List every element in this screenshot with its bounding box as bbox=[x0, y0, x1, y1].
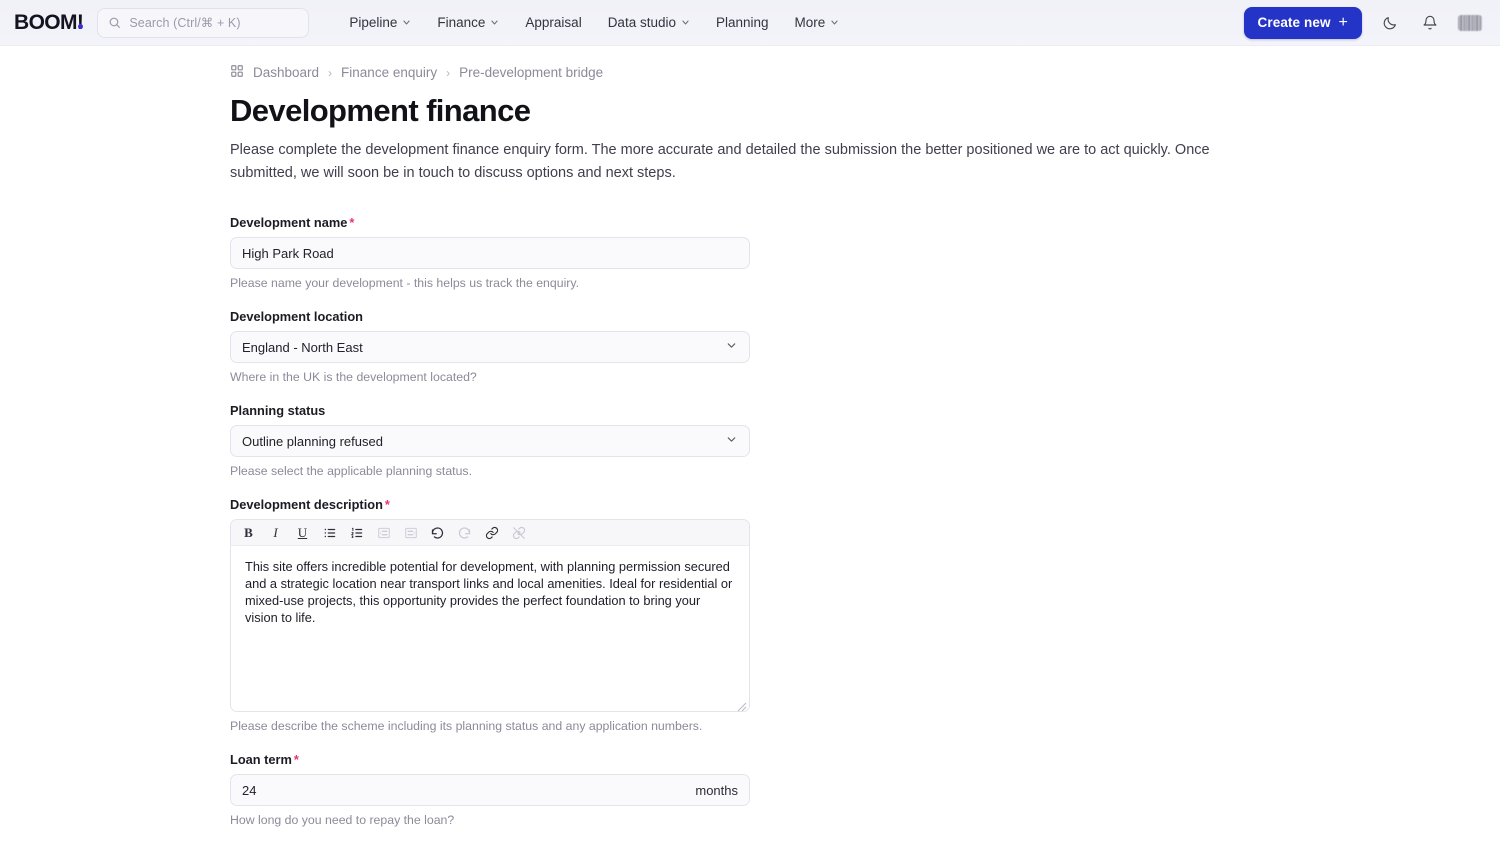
nav-label: More bbox=[794, 15, 826, 30]
nav-label: Data studio bbox=[607, 15, 676, 30]
label-text: Loan term bbox=[230, 752, 292, 767]
bold-icon[interactable]: B bbox=[241, 525, 256, 540]
plus-icon: + bbox=[1338, 13, 1348, 31]
unlink-icon bbox=[511, 525, 526, 540]
development-name-hint: Please name your development - this help… bbox=[230, 276, 580, 290]
development-location-value: England - North East bbox=[242, 339, 363, 355]
top-navbar: BOOM! Search (Ctrl/⌘ + K) Pipeline Finan… bbox=[0, 0, 1500, 46]
redo-icon bbox=[457, 525, 472, 540]
development-description-hint: Please describe the scheme including its… bbox=[230, 719, 703, 733]
loan-term-label: Loan term * bbox=[230, 752, 750, 767]
loan-term-input[interactable]: 24 months bbox=[230, 774, 750, 806]
breadcrumb-item-dashboard[interactable]: Dashboard bbox=[253, 65, 319, 80]
bell-icon[interactable] bbox=[1418, 11, 1442, 35]
italic-icon[interactable]: I bbox=[268, 525, 283, 540]
development-location-select[interactable]: England - North East bbox=[230, 331, 750, 363]
app-logo[interactable]: BOOM! bbox=[14, 11, 84, 34]
label-text: Development description bbox=[230, 497, 383, 512]
field-development-description: Development description * B I U This sit… bbox=[230, 497, 750, 733]
nav-label: Appraisal bbox=[525, 15, 582, 30]
nav-label: Finance bbox=[437, 15, 486, 30]
required-marker: * bbox=[293, 752, 299, 767]
bullet-list-icon[interactable] bbox=[322, 525, 337, 540]
app-logo-text: BOOM! bbox=[14, 11, 84, 34]
search-icon bbox=[108, 16, 121, 29]
field-planning-status: Planning status Outline planning refused… bbox=[230, 403, 750, 478]
development-name-label: Development name * bbox=[230, 215, 750, 230]
loan-term-value: 24 bbox=[242, 782, 257, 798]
development-name-input[interactable] bbox=[230, 237, 750, 269]
label-text: Development name bbox=[230, 215, 348, 230]
development-description-textarea[interactable]: This site offers incredible potential fo… bbox=[231, 546, 749, 711]
nav-item-planning[interactable]: Planning bbox=[716, 15, 769, 30]
development-location-label: Development location bbox=[230, 309, 750, 324]
search-input[interactable]: Search (Ctrl/⌘ + K) bbox=[97, 7, 310, 38]
nav-item-more[interactable]: More bbox=[795, 15, 840, 30]
breadcrumb-item-finance-enquiry[interactable]: Finance enquiry bbox=[341, 65, 437, 80]
indent-icon bbox=[403, 525, 418, 540]
nav-label: Pipeline bbox=[349, 15, 398, 30]
field-development-name: Development name* Please name your devel… bbox=[230, 215, 750, 290]
create-new-label: Create new bbox=[1257, 15, 1331, 30]
planning-status-hint: Please select the applicable planning st… bbox=[230, 464, 472, 478]
nav-label: Planning bbox=[715, 15, 769, 30]
grid-icon[interactable] bbox=[230, 64, 244, 81]
rich-text-editor: B I U This site offers incredible potent… bbox=[230, 519, 750, 712]
required-marker: * bbox=[384, 497, 390, 512]
loan-term-hint: How long do you need to repay the loan? bbox=[230, 813, 455, 827]
chevron-down-icon bbox=[681, 15, 690, 30]
page-body: Dashboard › Finance enquiry › Pre-develo… bbox=[0, 46, 1500, 864]
development-location-hint: Where in the UK is the development locat… bbox=[230, 370, 477, 384]
chevron-down-icon bbox=[402, 15, 411, 30]
nav-right-cluster: Create new + bbox=[1243, 6, 1486, 39]
moon-icon[interactable] bbox=[1378, 11, 1402, 35]
chevron-down-icon bbox=[725, 339, 738, 355]
breadcrumb-separator: › bbox=[446, 65, 451, 80]
editor-toolbar: B I U bbox=[231, 520, 749, 546]
breadcrumb: Dashboard › Finance enquiry › Pre-develo… bbox=[230, 64, 1250, 81]
primary-nav: Pipeline Finance Appraisal Data studio P… bbox=[349, 0, 839, 45]
search-placeholder: Search (Ctrl/⌘ + K) bbox=[129, 16, 241, 30]
outdent-icon bbox=[376, 525, 391, 540]
avatar[interactable] bbox=[1458, 11, 1482, 35]
page-title: Development finance bbox=[230, 93, 531, 128]
user-avatar bbox=[1458, 14, 1482, 31]
chevron-down-icon bbox=[830, 15, 839, 30]
field-development-location: Development location England - North Eas… bbox=[230, 309, 750, 384]
loan-term-suffix: months bbox=[695, 782, 738, 798]
nav-item-data-studio[interactable]: Data studio bbox=[608, 15, 690, 30]
label-text: Development location bbox=[230, 309, 363, 324]
planning-status-value: Outline planning refused bbox=[242, 433, 383, 449]
required-marker: * bbox=[349, 215, 355, 230]
breadcrumb-item-pre-development-bridge[interactable]: Pre-development bridge bbox=[459, 65, 603, 80]
breadcrumb-separator: › bbox=[328, 65, 333, 80]
field-loan-term: Loan term * 24 months How long do you nee… bbox=[230, 752, 750, 827]
development-description-label: Development description * bbox=[230, 497, 750, 512]
create-new-button[interactable]: Create new + bbox=[1243, 6, 1362, 39]
nav-item-finance[interactable]: Finance bbox=[437, 15, 499, 30]
resize-handle-icon[interactable] bbox=[737, 699, 747, 711]
planning-status-select[interactable]: Outline planning refused bbox=[230, 425, 750, 457]
nav-item-pipeline[interactable]: Pipeline bbox=[349, 15, 411, 30]
nav-item-appraisal[interactable]: Appraisal bbox=[525, 15, 581, 30]
undo-icon[interactable] bbox=[430, 525, 445, 540]
label-text: Planning status bbox=[230, 403, 326, 418]
content-column: Dashboard › Finance enquiry › Pre-develo… bbox=[0, 46, 1250, 827]
page-description: Please complete the development finance … bbox=[230, 142, 1210, 181]
underline-icon[interactable]: U bbox=[295, 525, 310, 540]
link-icon[interactable] bbox=[484, 525, 499, 540]
chevron-down-icon bbox=[490, 15, 499, 30]
numbered-list-icon[interactable] bbox=[349, 525, 364, 540]
chevron-down-icon bbox=[725, 433, 738, 449]
planning-status-label: Planning status bbox=[230, 403, 750, 418]
